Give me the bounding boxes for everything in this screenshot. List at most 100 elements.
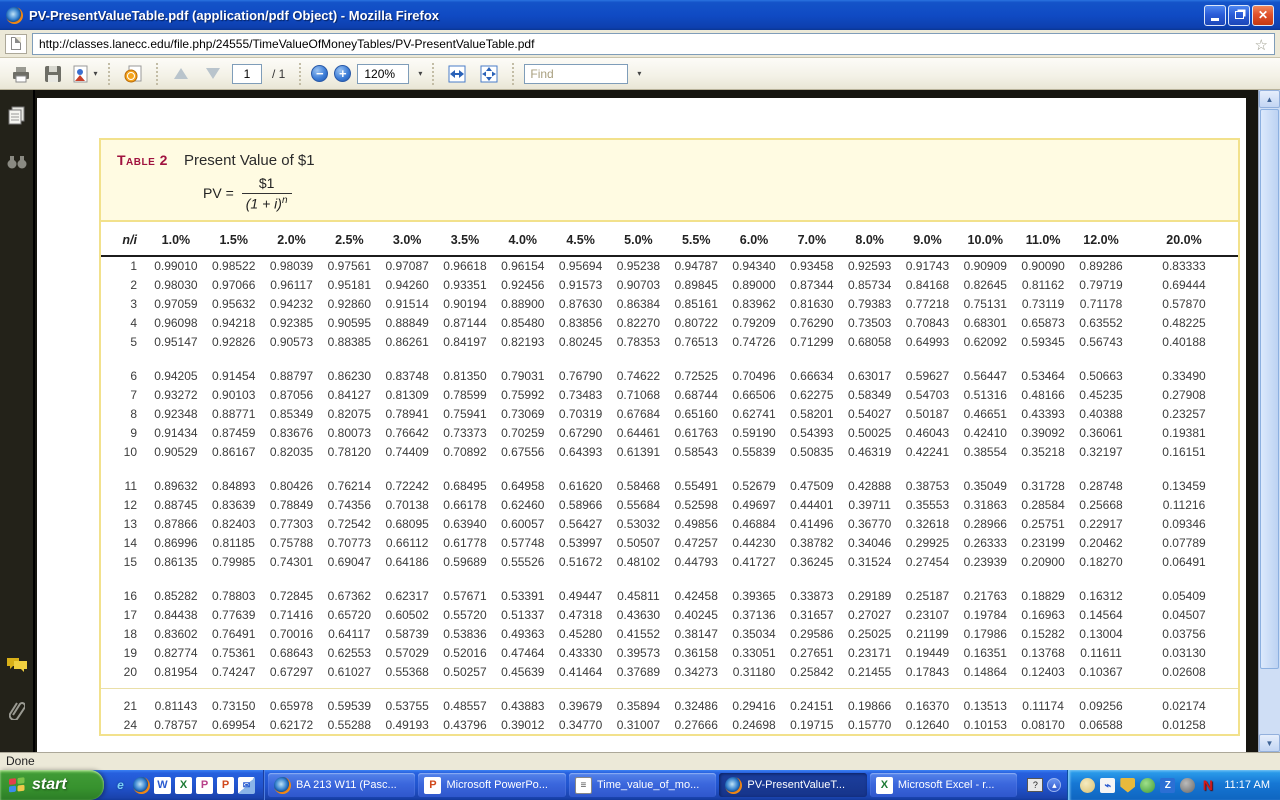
task-button-label: Microsoft Excel - r... — [898, 779, 995, 791]
status-text: Done — [6, 754, 35, 768]
pv-factor-cell: 0.79209 — [725, 313, 783, 332]
tray-globe-icon[interactable] — [1180, 778, 1195, 793]
task-button[interactable]: ≡Time_value_of_mo... — [569, 773, 716, 797]
close-button[interactable]: ✕ — [1252, 5, 1274, 26]
pv-factor-cell: 0.01258 — [1130, 715, 1238, 734]
minimize-button[interactable] — [1204, 5, 1226, 26]
pv-factor-cell: 0.47464 — [494, 643, 552, 662]
pv-factor-cell: 0.56447 — [956, 366, 1014, 385]
publisher-icon[interactable]: P — [196, 777, 213, 794]
pv-factor-cell: 0.73373 — [436, 423, 494, 442]
column-header: 4.0% — [494, 224, 552, 256]
outlook-icon[interactable]: ✉ — [238, 777, 255, 794]
pv-factor-cell: 0.25025 — [841, 624, 899, 643]
pv-factor-cell: 0.92593 — [841, 256, 899, 275]
scroll-up-button[interactable]: ▲ — [1259, 90, 1280, 108]
tray-zone-icon[interactable]: Z — [1160, 778, 1175, 793]
tray-network-icon[interactable]: ⌁ — [1100, 778, 1115, 793]
print-button[interactable] — [8, 61, 34, 87]
previous-page-button[interactable] — [168, 61, 194, 87]
find-input[interactable] — [530, 67, 622, 81]
pv-factor-cell: 0.95238 — [610, 256, 668, 275]
pv-factor-cell: 0.23257 — [1130, 404, 1238, 423]
tray-messenger-icon[interactable] — [1080, 778, 1095, 793]
task-button[interactable]: PMicrosoft PowerPo... — [418, 773, 565, 797]
pv-factor-cell: 0.24698 — [725, 715, 783, 734]
next-page-button[interactable] — [200, 61, 226, 87]
pv-factor-cell: 0.88771 — [205, 404, 263, 423]
language-indicator-icon[interactable]: ? — [1027, 778, 1043, 792]
pv-factor-cell: 0.79985 — [205, 552, 263, 571]
attachments-panel-icon[interactable] — [6, 700, 28, 720]
group-spacer — [101, 351, 1238, 366]
restore-button[interactable] — [1228, 5, 1250, 26]
email-button[interactable]: ▾ — [72, 61, 98, 87]
pv-factor-cell: 0.82403 — [205, 514, 263, 533]
powerpoint-icon[interactable]: P — [217, 777, 234, 794]
web-page-button[interactable] — [120, 61, 146, 87]
pv-factor-cell: 0.31863 — [956, 495, 1014, 514]
pv-factor-cell: 0.19449 — [899, 643, 957, 662]
word-icon[interactable]: W — [154, 777, 171, 794]
page-icon — [5, 34, 27, 54]
pv-factor-cell: 0.13513 — [956, 696, 1014, 715]
pv-factor-cell: 0.46651 — [956, 404, 1014, 423]
zoom-dropdown-arrow[interactable]: ▾ — [418, 69, 422, 78]
pv-factor-cell: 0.32618 — [899, 514, 957, 533]
pv-factor-cell: 0.02174 — [1130, 696, 1238, 715]
pv-factor-cell: 0.90090 — [1014, 256, 1072, 275]
scrollbar-thumb[interactable] — [1260, 109, 1279, 669]
period-cell: 4 — [101, 313, 147, 332]
tray-green-app-icon[interactable] — [1140, 778, 1155, 793]
pv-factor-cell: 0.23199 — [1014, 533, 1072, 552]
zoom-out-button[interactable]: − — [311, 65, 328, 82]
pv-factor-cell: 0.34273 — [667, 662, 725, 681]
task-button[interactable]: XMicrosoft Excel - r... — [870, 773, 1017, 797]
pv-factor-cell: 0.74726 — [725, 332, 783, 351]
find-dropdown-arrow[interactable]: ▾ — [637, 69, 641, 78]
pv-factor-cell: 0.67362 — [320, 586, 378, 605]
task-button[interactable]: PV-PresentValueT... — [719, 773, 866, 797]
url-input[interactable] — [39, 37, 1268, 51]
pv-factor-cell: 0.42458 — [667, 586, 725, 605]
ie-icon[interactable]: e — [112, 777, 129, 794]
fit-width-button[interactable] — [444, 61, 470, 87]
column-header: 5.0% — [610, 224, 668, 256]
pv-factor-cell: 0.27651 — [783, 643, 841, 662]
start-button[interactable]: start — [0, 770, 104, 800]
period-cell: 2 — [101, 275, 147, 294]
bookmark-star-icon[interactable]: ☆ — [1255, 36, 1268, 54]
fit-page-button[interactable] — [476, 61, 502, 87]
task-button[interactable]: BA 213 W11 (Pasc... — [268, 773, 415, 797]
tray-shield-icon[interactable] — [1120, 778, 1135, 793]
pv-factor-cell: 0.88849 — [378, 313, 436, 332]
tray-novell-icon[interactable]: N — [1200, 778, 1215, 793]
scrollbar-track[interactable] — [1259, 670, 1280, 734]
taskbar: start eWXPP✉ BA 213 W11 (Pasc...PMicroso… — [0, 770, 1280, 800]
email-dropdown-arrow[interactable]: ▾ — [93, 69, 97, 78]
pv-factor-cell: 0.74247 — [205, 662, 263, 681]
firefox-icon[interactable] — [133, 777, 150, 794]
hide-icons-chevron[interactable]: ▴ — [1047, 778, 1061, 792]
pv-factor-cell: 0.79719 — [1072, 275, 1130, 294]
zoom-level-select[interactable]: 120% — [357, 64, 409, 84]
comments-panel-icon[interactable] — [6, 654, 28, 674]
pv-factor-cell: 0.25187 — [899, 586, 957, 605]
scroll-down-button[interactable]: ▼ — [1259, 734, 1280, 752]
pv-factor-cell: 0.82075 — [320, 404, 378, 423]
save-button[interactable] — [40, 61, 66, 87]
pages-panel-icon[interactable] — [6, 106, 28, 126]
pv-factor-cell: 0.69954 — [205, 715, 263, 734]
page-number-input[interactable] — [233, 67, 261, 81]
pv-factor-cell: 0.53032 — [610, 514, 668, 533]
pv-factor-cell: 0.42241 — [899, 442, 957, 461]
pv-factor-cell: 0.65160 — [667, 404, 725, 423]
zoom-in-button[interactable]: + — [334, 65, 351, 82]
pv-factor-cell: 0.21455 — [841, 662, 899, 681]
table-row: 100.905290.861670.820350.781200.744090.7… — [101, 442, 1238, 461]
pv-factor-cell: 0.47509 — [783, 476, 841, 495]
excel-icon[interactable]: X — [175, 777, 192, 794]
clock[interactable]: 11:17 AM — [1224, 779, 1270, 791]
period-cell: 6 — [101, 366, 147, 385]
search-panel-icon[interactable] — [6, 152, 28, 172]
